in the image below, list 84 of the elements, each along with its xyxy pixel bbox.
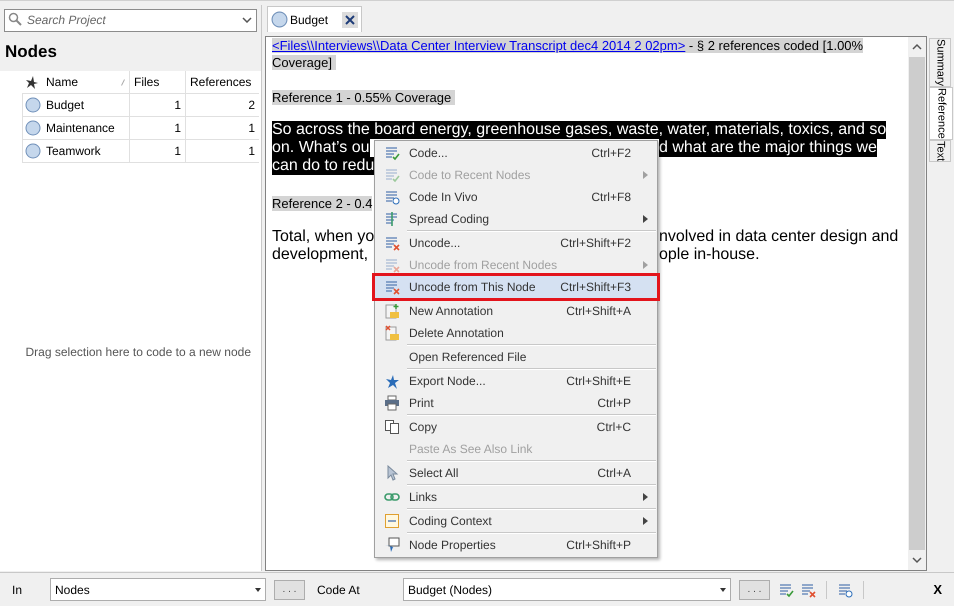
side-tab[interactable]: Summary — [929, 38, 951, 88]
paragraph-text: on. What’s ou — [272, 139, 370, 157]
node-row[interactable]: Budget 1 2 — [22, 94, 259, 117]
code-lines-icon[interactable] — [837, 582, 853, 598]
properties-icon — [384, 537, 400, 553]
menu-item[interactable]: Print Ctrl+P — [375, 392, 657, 414]
paragraph-text: nvolved in data center design and — [659, 228, 898, 246]
node-icon — [24, 143, 40, 159]
menu-item[interactable]: Node Properties Ctrl+Shift+P — [375, 534, 657, 556]
browse-button[interactable]: . . . — [274, 580, 305, 600]
copy-icon — [384, 419, 400, 435]
menu-item[interactable]: Uncode... Ctrl+Shift+F2 — [375, 232, 657, 254]
menu-item[interactable]: Spread Coding — [375, 208, 657, 230]
annotation-icon — [384, 325, 400, 341]
coverage-text: - § 2 references coded [1.00% — [688, 38, 864, 53]
paragraph-text: ople in-house. — [659, 246, 760, 264]
node-star-icon — [25, 75, 39, 89]
column-header[interactable]: References — [186, 71, 259, 93]
paragraph-text: development, — [272, 246, 368, 264]
star-icon — [384, 373, 400, 389]
paragraph-text: d what are the major things we — [659, 139, 877, 157]
drop-hint: Drag selection here to code to a new node — [26, 344, 251, 361]
menu-item[interactable]: Code... Ctrl+F2 — [375, 142, 657, 164]
scope-dropdown[interactable]: Nodes — [50, 578, 266, 601]
menu-item[interactable]: Code In Vivo Ctrl+F8 — [375, 186, 657, 208]
node-row[interactable]: Teamwork 1 1 — [22, 140, 259, 163]
dropdown-caret-icon[interactable] — [242, 17, 252, 23]
menu-item[interactable]: Select All Ctrl+A — [375, 462, 657, 484]
table-cell-text: 1 — [247, 143, 256, 160]
reference-heading: Reference 2 - 0.4 — [272, 196, 372, 211]
uncode-icon — [384, 279, 400, 295]
menu-item[interactable]: Links — [375, 486, 657, 508]
paragraph-text: So across the board energy, greenhouse gases, waste, water, materials, toxics, and so — [272, 121, 886, 139]
table-cell-text: 2 — [247, 97, 256, 114]
spread-icon — [384, 211, 400, 227]
node-icon — [24, 97, 40, 113]
column-header[interactable]: Files — [130, 71, 186, 93]
side-tab[interactable]: Reference — [929, 87, 953, 140]
document-tab[interactable]: Budget — [267, 6, 362, 32]
uncode-icon — [384, 257, 400, 273]
table-cell: Teamwork — [42, 140, 130, 162]
code-lines-icon — [384, 145, 400, 161]
column-header[interactable]: Name — [42, 71, 130, 93]
paragraph-text: Total, when yo — [272, 228, 374, 246]
menu-item[interactable]: Copy Ctrl+C — [375, 416, 657, 438]
menu-item[interactable]: Uncode from This Node Ctrl+Shift+F3 — [375, 276, 657, 298]
printer-icon — [384, 395, 400, 411]
close-icon[interactable] — [345, 14, 356, 24]
reference-heading: Reference 1 - 0.55% Coverage — [272, 90, 455, 105]
table-cell: Budget — [42, 94, 130, 116]
table-cell: 1 — [130, 140, 186, 162]
field-label: Code At — [317, 582, 361, 598]
side-tab[interactable]: Text — [929, 140, 951, 162]
code-lines-icon — [384, 167, 400, 183]
node-icon — [271, 11, 288, 28]
node-row[interactable]: Maintenance 1 1 — [22, 117, 259, 140]
node-dropdown[interactable]: Budget (Nodes) — [403, 578, 731, 601]
node-icon — [24, 120, 40, 136]
coverage-text: Coverage] — [272, 55, 336, 70]
code-lines-icon — [384, 189, 400, 205]
file-link[interactable]: <Files\\Interviews\\Data Center Interview Transcript dec4 2014 2 02pm> — [272, 38, 686, 53]
paragraph-text: can do to redu — [272, 157, 374, 175]
menu-item[interactable]: New Annotation Ctrl+Shift+A — [375, 300, 657, 322]
search-field[interactable]: Search Project — [4, 8, 257, 32]
menu-item[interactable]: Coding Context — [375, 510, 657, 532]
panel-title: Nodes — [5, 42, 57, 61]
annotation-icon — [384, 303, 400, 319]
context-icon — [384, 513, 400, 529]
uncode-icon[interactable] — [800, 582, 816, 598]
sort-icon — [121, 78, 125, 86]
field-label: In — [12, 582, 24, 598]
menu-item[interactable]: Open Referenced File — [375, 346, 657, 368]
code-lines-icon[interactable] — [778, 582, 794, 598]
search-icon — [8, 12, 22, 26]
table-cell: Maintenance — [42, 117, 130, 139]
table-cell: 1 — [130, 94, 186, 116]
table-cell-text: 1 — [247, 120, 256, 137]
menu-item[interactable]: Delete Annotation — [375, 322, 657, 344]
browse-button[interactable]: . . . — [739, 580, 770, 600]
uncode-icon — [384, 235, 400, 251]
menu-item[interactable]: Export Node... Ctrl+Shift+E — [375, 370, 657, 392]
table-cell: 1 — [130, 117, 186, 139]
scrollbar[interactable] — [908, 37, 926, 570]
close-button[interactable]: X — [933, 580, 942, 600]
